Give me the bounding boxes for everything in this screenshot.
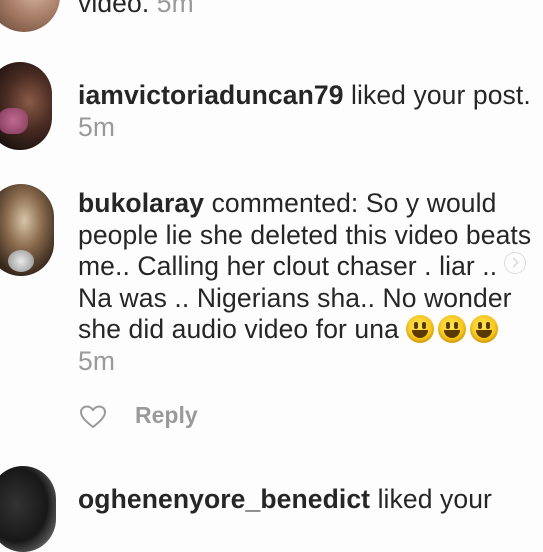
- grinning-face-emoji: [438, 315, 467, 343]
- avatar[interactable]: [0, 62, 52, 150]
- grinning-face-emoji: [406, 315, 435, 343]
- notification-text: video.: [78, 0, 150, 18]
- username[interactable]: iamvictoriaduncan79: [78, 80, 344, 110]
- notification-text: liked your post.: [351, 80, 531, 110]
- avatar-badge: [8, 250, 34, 272]
- timestamp: 5m: [78, 111, 116, 142]
- timestamp: 5m: [156, 0, 194, 18]
- chevron-right-icon[interactable]: [504, 252, 526, 274]
- avatar[interactable]: [0, 466, 56, 552]
- reply-button[interactable]: Reply: [135, 402, 198, 429]
- username[interactable]: bukolaray: [78, 188, 204, 218]
- heart-icon[interactable]: [80, 405, 106, 429]
- avatar[interactable]: [0, 0, 60, 32]
- timestamp: 5m: [78, 345, 116, 376]
- grinning-face-emoji: [470, 315, 499, 343]
- avatar-detail: [0, 108, 28, 134]
- username[interactable]: oghenenyore_benedict: [78, 484, 370, 514]
- notification-text: liked your: [377, 484, 492, 514]
